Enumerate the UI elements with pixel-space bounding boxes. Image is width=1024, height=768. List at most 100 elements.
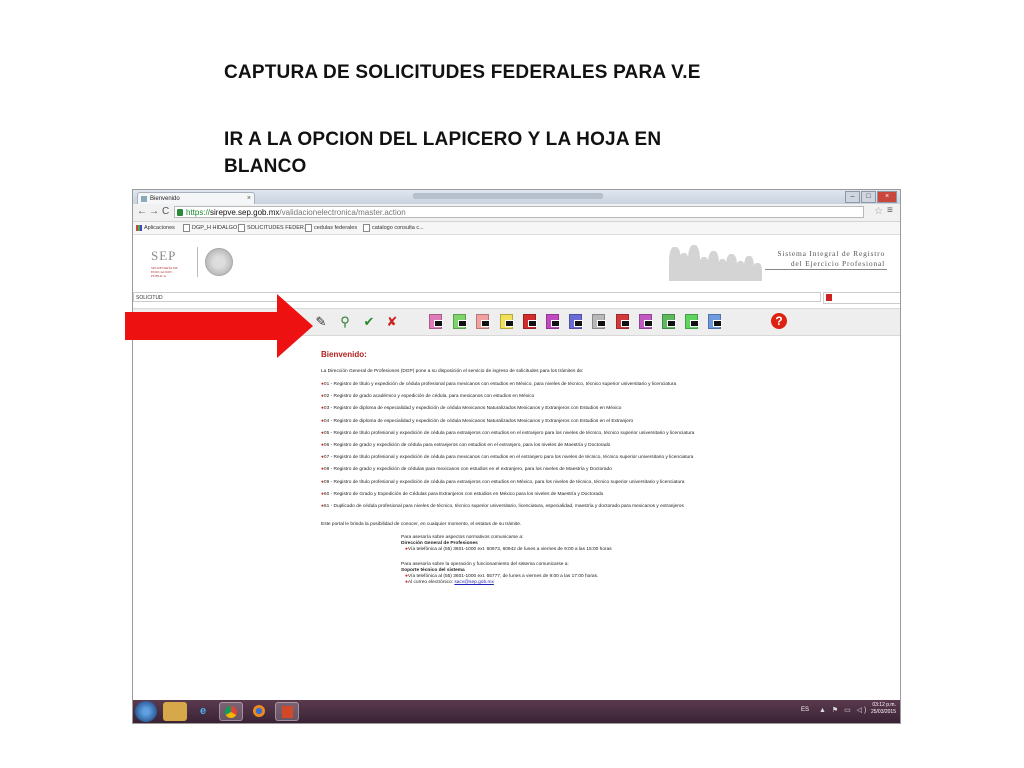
file-explorer-icon[interactable] <box>163 702 187 721</box>
advice1-phone: ●Vía telefónica al (55) 3601-1000 ext. 6… <box>405 547 612 552</box>
report-magenta-icon[interactable] <box>546 314 560 329</box>
report-blue-icon[interactable] <box>569 314 583 329</box>
system-title-rule <box>765 269 887 270</box>
bookmark-dgp-hidalgo[interactable]: DGP_H HIDALGO <box>183 222 237 234</box>
bookmark-label: SOLICITUDES FEDER... <box>247 225 309 231</box>
bookmark-catalogo[interactable]: catalogo consulta c... <box>363 222 424 234</box>
internet-explorer-icon[interactable]: e <box>191 702 215 721</box>
list-item: ●05 - Registro de título profesional y e… <box>321 430 695 436</box>
slide-title: CAPTURA DE SOLICITUDES FEDERALES PARA V.… <box>224 62 701 83</box>
bookmarks-bar: Aplicaciones DGP_H HIDALGO SOLICITUDES F… <box>133 222 900 235</box>
window-titlebar: Bienvenido × – □ × <box>133 190 900 204</box>
clock[interactable]: 03:12 p.m. 25/03/2015 <box>871 702 896 716</box>
page-icon <box>183 223 190 232</box>
report-darkgreen-icon[interactable] <box>662 314 676 329</box>
close-window-button[interactable]: × <box>877 191 897 203</box>
report-pink-icon[interactable] <box>429 314 443 329</box>
report-yellow-icon[interactable] <box>500 314 514 329</box>
firefox-icon[interactable] <box>247 702 271 721</box>
language-indicator[interactable]: ES <box>801 707 809 713</box>
red-pointer-arrow-icon <box>125 294 313 358</box>
help-icon[interactable]: ? <box>771 313 787 329</box>
page-favicon-icon <box>141 196 147 202</box>
slide-instruction: IR A LA OPCION DEL LAPICERO Y LA HOJA EN… <box>224 129 662 177</box>
list-item: ●03 - Registro de diploma de especialida… <box>321 406 622 412</box>
search-magnifier-icon[interactable]: ⚲ <box>337 314 353 329</box>
logo-divider <box>197 247 198 277</box>
closing-text: Este portal le brinda la posibilidad de … <box>321 522 522 527</box>
bookmark-cedulas[interactable]: cedulas federales <box>305 222 357 234</box>
list-item: ●61 - Duplicado de cédula profesional pa… <box>321 503 684 509</box>
browser-screenshot: Bienvenido × – □ × ← → C https://sirepve… <box>132 189 901 724</box>
people-silhouettes-image <box>669 243 765 281</box>
bookmark-apps[interactable]: Aplicaciones <box>136 222 175 234</box>
tray-icons[interactable]: ▲ ⚑ ▭ ◁) <box>819 706 868 714</box>
report-lightgreen-icon[interactable] <box>685 314 699 329</box>
sep-logo-subtitle: SECRETARÍA DE EDUCACIÓN PÚBLICA <box>151 266 178 278</box>
bookmark-label: catalogo consulta c... <box>372 225 424 231</box>
window-controls: – □ × <box>845 191 897 203</box>
report-gray-icon[interactable] <box>592 314 606 329</box>
report-skyblue-icon[interactable] <box>708 314 722 329</box>
list-item: ●04 - Registro de diploma de especialida… <box>321 418 634 424</box>
list-item: ●07 - Registro de título profesional y e… <box>321 455 694 461</box>
procedure-list: ●01 - Registro de título y expedición de… <box>321 382 694 516</box>
system-title: Sistema Integral de Registro del Ejercic… <box>767 249 885 269</box>
bookmark-solicitudes[interactable]: SOLICITUDES FEDER... <box>238 222 308 234</box>
system-title-line1: Sistema Integral de Registro <box>777 249 885 258</box>
system-title-line2: del Ejercicio Profesional <box>790 259 885 268</box>
report-salmon-icon[interactable] <box>476 314 490 329</box>
window-title-placeholder <box>413 193 603 199</box>
cancel-icon[interactable]: ✘ <box>384 314 400 329</box>
search-input[interactable] <box>823 292 900 304</box>
list-item: ●60 - Registro de Grado y Expedición de … <box>321 491 604 497</box>
support-email-link[interactable]: sacv@sep.gob.mx <box>454 580 494 585</box>
advice-support: Para asesoría sobre la operación y funci… <box>401 562 598 586</box>
lock-icon <box>177 209 183 216</box>
url-domain: sirepve.sep.gob.mx <box>210 208 280 217</box>
chrome-icon[interactable] <box>219 702 243 721</box>
browser-toolbar: ← → C https://sirepve.sep.gob.mx/validac… <box>133 204 900 222</box>
powerpoint-icon[interactable] <box>275 702 299 721</box>
back-icon[interactable]: ← <box>137 206 147 218</box>
page-icon <box>238 223 245 232</box>
start-button[interactable] <box>135 701 157 722</box>
page-icon <box>363 223 370 232</box>
maximize-button[interactable]: □ <box>861 191 876 203</box>
advice2-email: ●Al correo electrónico: sacv@sep.gob.mx <box>405 580 494 585</box>
sep-logo-text: SEP <box>151 248 177 263</box>
reload-icon[interactable]: C <box>162 206 169 218</box>
browser-tab[interactable]: Bienvenido × <box>137 192 255 204</box>
url-scheme: https:// <box>186 208 211 217</box>
report-red-icon[interactable] <box>523 314 537 329</box>
list-item: ●09 - Registro de título profesional y e… <box>321 479 685 485</box>
report-green-icon[interactable] <box>453 314 467 329</box>
clock-date: 25/03/2015 <box>870 709 896 715</box>
welcome-heading: Bienvenido: <box>321 350 367 359</box>
national-seal-icon <box>205 248 233 276</box>
intro-text: La Dirección General de Profesiones (DGP… <box>321 369 584 374</box>
minimize-button[interactable]: – <box>845 191 860 203</box>
bookmark-label: Aplicaciones <box>144 225 175 231</box>
page-icon <box>305 223 312 232</box>
site-header: SEP SECRETARÍA DE EDUCACIÓN PÚBLICA Sist… <box>133 235 900 291</box>
sep-logo: SEP SECRETARÍA DE EDUCACIÓN PÚBLICA <box>151 248 185 278</box>
apps-grid-icon <box>136 224 142 231</box>
forward-icon[interactable]: → <box>149 206 159 218</box>
address-bar[interactable]: https://sirepve.sep.gob.mx/validacionele… <box>174 206 864 218</box>
check-edit-icon[interactable]: ✔ <box>361 314 377 329</box>
browser-menu-icon[interactable]: ≡ <box>887 205 893 216</box>
pdf-icon[interactable] <box>826 294 832 301</box>
list-item: ●01 - Registro de título y expedición de… <box>321 382 677 387</box>
list-item: ●08 - Registro de grado y expedición de … <box>321 467 612 473</box>
url-path: /validacionelectronica/master.action <box>279 208 406 217</box>
report-purple-icon[interactable] <box>639 314 653 329</box>
clock-time: 03:12 p.m. <box>872 702 896 708</box>
list-item: ●06 - Registro de grado y expedición de … <box>321 442 611 448</box>
bookmark-label: cedulas federales <box>314 225 358 231</box>
report-crimson-icon[interactable] <box>616 314 630 329</box>
list-item: ●02 - Registro de grado académico y expe… <box>321 394 535 400</box>
new-document-pen-icon[interactable]: ✎ <box>313 314 329 329</box>
bookmark-star-icon[interactable]: ☆ <box>874 206 883 217</box>
advice-normative: Para asesoría sobre aspectos normativos … <box>401 535 612 553</box>
